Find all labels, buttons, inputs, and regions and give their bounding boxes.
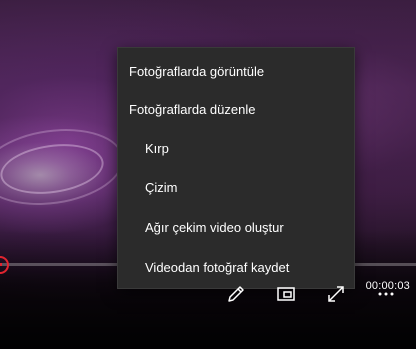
menu-item-trim[interactable]: Kırp [118, 130, 381, 168]
menu-item-edit-in-photos[interactable]: Fotoğraflarda düzenle [118, 91, 365, 129]
fullscreen-icon[interactable] [323, 281, 349, 307]
menu-item-view-in-photos[interactable]: Fotoğraflarda görüntüle [118, 53, 365, 91]
picture-in-picture-icon[interactable] [273, 281, 299, 307]
pencil-icon[interactable] [223, 281, 249, 307]
more-icon[interactable] [373, 281, 399, 307]
menu-item-slow-motion[interactable]: Ağır çekim video oluştur [118, 209, 381, 247]
context-menu: Fotoğraflarda görüntüle Fotoğraflarda dü… [117, 47, 355, 289]
menu-item-draw[interactable]: Çizim [118, 169, 381, 207]
video-player: 00:00:03 Fotoğraflarda görüntüle Fotoğra… [0, 0, 416, 349]
